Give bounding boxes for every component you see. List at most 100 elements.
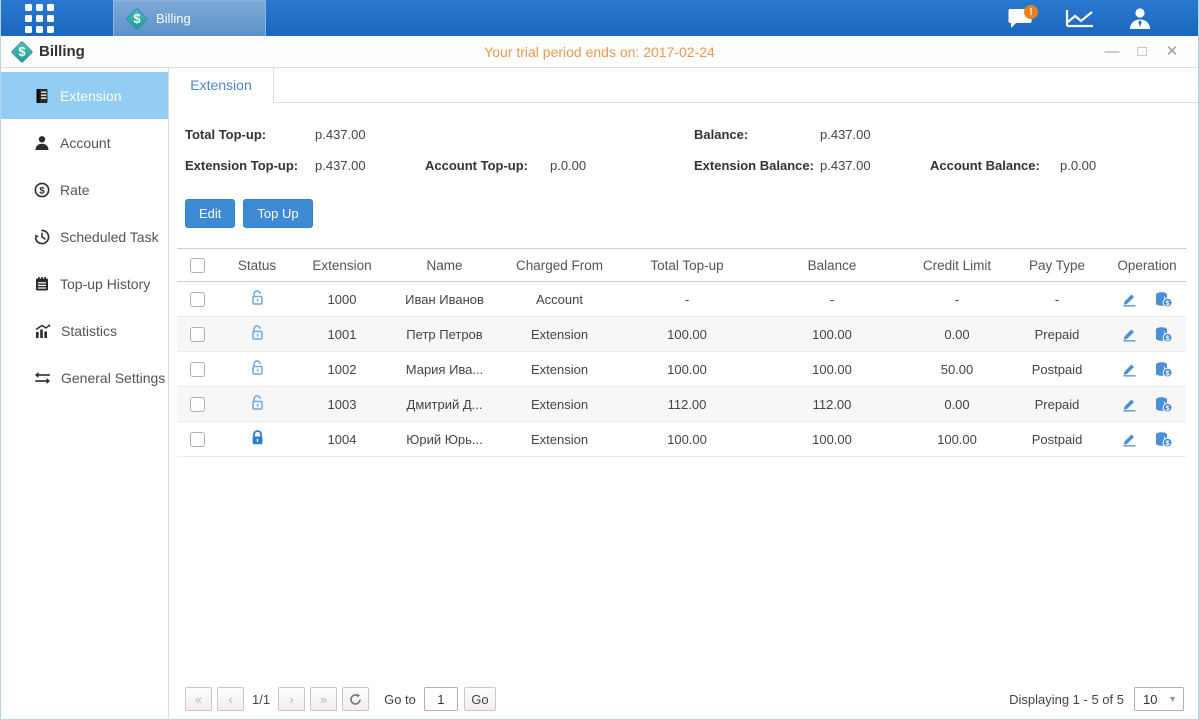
select-all-checkbox[interactable] — [190, 258, 205, 273]
sidebar-item-account[interactable]: Account — [1, 119, 168, 166]
row-checkbox[interactable] — [190, 327, 205, 342]
chat-icon[interactable]: ! — [990, 0, 1050, 36]
sidebar-item-scheduled-task[interactable]: Scheduled Task — [1, 213, 168, 260]
charged-from-cell: Extension — [502, 397, 617, 412]
go-button[interactable]: Go — [464, 687, 496, 711]
name-cell: Иван Иванов — [387, 292, 502, 307]
col-charged-from: Charged From — [502, 258, 617, 273]
window-title: Billing — [39, 43, 85, 60]
billing-app-tab[interactable]: $ Billing — [113, 0, 266, 36]
locked-icon — [249, 429, 266, 446]
next-page-button[interactable]: › — [278, 687, 305, 711]
prev-page-button[interactable]: ‹ — [217, 687, 244, 711]
name-cell: Дмитрий Д... — [387, 397, 502, 412]
balance-cell: 100.00 — [757, 327, 907, 342]
edit-pencil-icon[interactable] — [1121, 291, 1138, 308]
col-operation: Operation — [1107, 258, 1187, 273]
refresh-icon — [349, 693, 362, 706]
page-size-select[interactable]: 10 ▼ — [1134, 687, 1184, 711]
page-indicator: 1/1 — [252, 692, 270, 707]
notification-badge: ! — [1024, 5, 1038, 19]
pagination-bar: « ‹ 1/1 › » Go to Go Displaying 1 - 5 of… — [169, 687, 1198, 711]
transfer-arrows-icon — [34, 370, 51, 386]
total-topup-cell: 100.00 — [617, 362, 757, 377]
sidebar-item-extension[interactable]: Extension — [1, 72, 168, 119]
ledger-icon — [34, 88, 50, 104]
sidebar-item-topup-history[interactable]: Top-up History — [1, 260, 168, 307]
topup-coins-icon[interactable]: $ — [1154, 326, 1173, 343]
last-page-button[interactable]: » — [310, 687, 337, 711]
refresh-button[interactable] — [342, 687, 369, 711]
apps-grid-icon[interactable] — [1, 0, 77, 36]
topup-coins-icon[interactable]: $ — [1154, 431, 1173, 448]
balance-label: Balance: — [694, 127, 820, 142]
pay-type-cell: Postpaid — [1007, 432, 1107, 447]
table-row: 1000 Иван Иванов Account - - - - $ — [177, 282, 1186, 317]
sidebar-item-label: Top-up History — [60, 276, 150, 292]
extension-topup-label: Extension Top-up: — [185, 158, 315, 173]
goto-page-input[interactable] — [424, 687, 458, 711]
tab-extension[interactable]: Extension — [169, 68, 274, 103]
row-checkbox[interactable] — [190, 362, 205, 377]
row-checkbox[interactable] — [190, 397, 205, 412]
tab-strip: Extension — [169, 68, 1198, 103]
sidebar-item-rate[interactable]: $ Rate — [1, 166, 168, 213]
billing-summary: Total Top-up: p.437.00 Balance: p.437.00… — [185, 119, 1198, 181]
unlocked-icon — [249, 394, 266, 411]
account-topup-label: Account Top-up: — [425, 158, 550, 173]
extension-cell: 1002 — [297, 362, 387, 377]
balance-cell: 112.00 — [757, 397, 907, 412]
row-checkbox[interactable] — [190, 432, 205, 447]
charged-from-cell: Extension — [502, 432, 617, 447]
edit-pencil-icon[interactable] — [1121, 326, 1138, 343]
name-cell: Петр Петров — [387, 327, 502, 342]
page-size-value: 10 — [1143, 692, 1157, 707]
user-icon[interactable] — [1110, 0, 1170, 36]
total-topup-cell: 100.00 — [617, 432, 757, 447]
sidebar-item-general-settings[interactable]: General Settings — [1, 354, 168, 401]
balance-cell: - — [757, 292, 907, 307]
minimize-icon[interactable]: — — [1104, 44, 1120, 60]
edit-pencil-icon[interactable] — [1121, 396, 1138, 413]
extension-balance-label: Extension Balance: — [694, 158, 820, 173]
top-up-button[interactable]: Top Up — [243, 199, 312, 228]
first-page-button[interactable]: « — [185, 687, 212, 711]
person-icon — [34, 135, 50, 151]
billing-app-window: $ Billing ! $ Billing Your trial period … — [0, 0, 1199, 720]
name-cell: Юрий Юрь... — [387, 432, 502, 447]
total-topup-cell: 100.00 — [617, 327, 757, 342]
displaying-text: Displaying 1 - 5 of 5 — [1009, 692, 1124, 707]
apps-grid-glyph — [25, 4, 54, 33]
sidebar-item-statistics[interactable]: Statistics — [1, 307, 168, 354]
total-topup-cell: 112.00 — [617, 397, 757, 412]
table-row: 1004 Юрий Юрь... Extension 100.00 100.00… — [177, 422, 1186, 457]
col-status: Status — [217, 258, 297, 273]
sidebar-item-label: Scheduled Task — [60, 229, 159, 245]
col-extension: Extension — [297, 258, 387, 273]
account-balance-label: Account Balance: — [930, 158, 1060, 173]
row-checkbox[interactable] — [190, 292, 205, 307]
topup-coins-icon[interactable]: $ — [1154, 361, 1173, 378]
pay-type-cell: Postpaid — [1007, 362, 1107, 377]
chart-icon[interactable] — [1050, 0, 1110, 36]
close-icon[interactable]: ✕ — [1164, 44, 1180, 60]
trial-notice: Your trial period ends on: 2017-02-24 — [261, 44, 938, 60]
edit-pencil-icon[interactable] — [1121, 431, 1138, 448]
edit-button[interactable]: Edit — [185, 199, 235, 228]
billing-diamond-icon: $ — [126, 8, 148, 30]
main-content: Extension Total Top-up: p.437.00 Balance… — [169, 68, 1198, 719]
billing-diamond-icon: $ — [11, 41, 33, 63]
topup-coins-icon[interactable]: $ — [1154, 291, 1173, 308]
total-topup-cell: - — [617, 292, 757, 307]
topup-coins-icon[interactable]: $ — [1154, 396, 1173, 413]
extension-cell: 1000 — [297, 292, 387, 307]
extensions-table: Status Extension Name Charged From Total… — [177, 248, 1186, 457]
maximize-icon[interactable]: □ — [1134, 44, 1150, 60]
notebook-icon — [34, 276, 50, 292]
system-topbar: $ Billing ! — [1, 0, 1198, 36]
edit-pencil-icon[interactable] — [1121, 361, 1138, 378]
table-row: 1002 Мария Ива... Extension 100.00 100.0… — [177, 352, 1186, 387]
account-topup-value: p.0.00 — [550, 158, 694, 173]
window-titlebar: $ Billing Your trial period ends on: 201… — [1, 36, 1198, 68]
total-topup-label: Total Top-up: — [185, 127, 315, 142]
